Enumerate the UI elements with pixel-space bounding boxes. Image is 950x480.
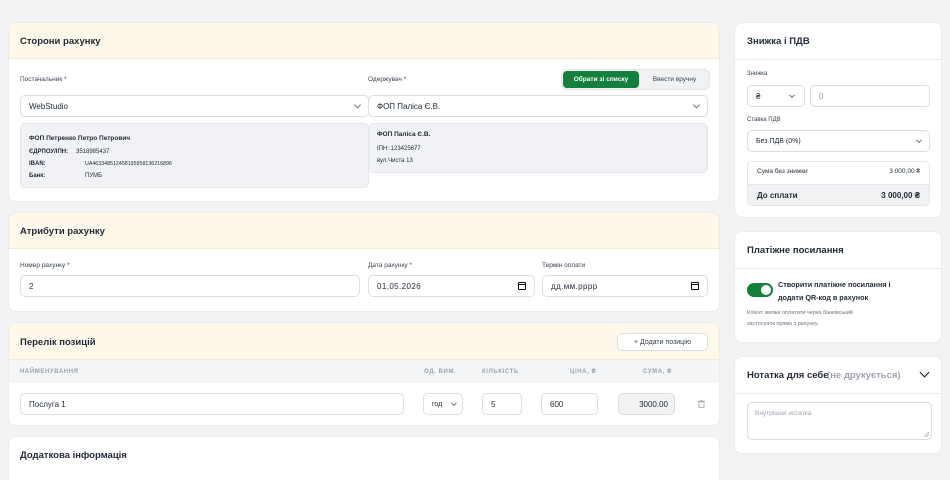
total-label: До сплати — [757, 191, 798, 200]
add-item-button[interactable]: + Додати позицію — [617, 333, 708, 351]
discount-input[interactable]: 0 — [810, 85, 930, 107]
note-textarea[interactable]: Внутрішня нотатка — [747, 402, 932, 440]
note-card: Нотатка для себе (не друкується) Внутріш… — [734, 356, 942, 454]
enter-manually-button[interactable]: Ввести вручну — [641, 71, 708, 88]
supplier-bank-label: Банк: — [29, 173, 46, 179]
divider — [735, 59, 941, 60]
payment-toggle-label-line1: Створити платіжне посилання і — [778, 280, 891, 289]
attributes-card: Атрибути рахунку Номер рахунку * 2 Дата … — [8, 212, 720, 312]
calendar-icon[interactable] — [518, 282, 526, 290]
col-qty-header: КІЛЬКІСТЬ — [482, 369, 519, 375]
divider — [735, 393, 941, 394]
invoice-number-input[interactable]: 2 — [20, 275, 360, 297]
trash-icon[interactable] — [698, 400, 705, 408]
item-sum-value: 3000.00 — [639, 399, 668, 409]
discount-value: 0 — [819, 91, 824, 101]
subtotal-value: 3 000,00 ₴ — [889, 168, 920, 175]
supplier-iban-label: IBAN: — [29, 161, 46, 167]
item-sum-readonly: 3000.00 — [618, 393, 675, 415]
total-value: 3 000,00 ₴ — [881, 191, 920, 200]
items-card: Перелік позицій + Додати позицію НАЙМЕНУ… — [8, 322, 720, 426]
recipient-info-box: ФОП Паліса Є.В. ІПН: 123425677 вул.Чиста… — [368, 123, 708, 173]
payment-link-title: Платіжне посилання — [747, 245, 844, 256]
supplier-tax-label: ЄДРПОУ/ІПН: — [29, 149, 69, 155]
supplier-label: Постачальник * — [20, 76, 67, 83]
parties-title: Сторони рахунку — [20, 36, 101, 47]
invoice-number-label: Номер рахунку * — [20, 262, 70, 269]
currency-value: ₴ — [756, 91, 761, 101]
col-sum-header: СУМА, ₴ — [643, 369, 672, 375]
recipient-info-name: ФОП Паліса Є.В. — [377, 131, 431, 138]
items-title: Перелік позицій — [20, 337, 96, 348]
invoice-date-value: 01.05.2026 — [377, 281, 422, 291]
payment-link-card: Платіжне посилання Створити платіжне пос… — [734, 231, 942, 343]
item-price-value: 600 — [550, 399, 564, 409]
recipient-label: Одержувач * — [368, 76, 407, 83]
supplier-value: WebStudio — [29, 101, 68, 111]
due-date-input[interactable]: дд.мм.рррр — [542, 275, 708, 297]
parties-card: Сторони рахунку Постачальник * WebStudio… — [8, 22, 720, 202]
note-title: Нотатка для себе — [747, 370, 829, 381]
recipient-value: ФОП Паліса Є.В. — [377, 101, 441, 111]
discount-vat-card: Знижка і ПДВ Знижка ₴ 0 Ставка ПДВ Без П… — [734, 22, 942, 218]
attributes-header — [9, 213, 719, 249]
items-table-header — [9, 360, 719, 383]
subtotal-label: Сума без знижки — [757, 168, 808, 175]
note-placeholder: Внутрішня нотатка — [755, 410, 812, 417]
supplier-info-name: ФОП Петренко Петро Петрович — [29, 135, 131, 142]
supplier-tax-value: 3518985437 — [76, 149, 110, 155]
payment-link-toggle[interactable] — [747, 283, 773, 297]
item-price-input[interactable]: 600 — [541, 393, 598, 415]
calendar-icon[interactable] — [691, 282, 699, 290]
col-unit-header: ОД. ВИМ. — [424, 369, 457, 375]
col-name-header: НАЙМЕНУВАННЯ — [20, 369, 79, 375]
vat-label: Ставка ПДВ — [747, 117, 781, 123]
items-header — [9, 323, 719, 360]
item-qty-input[interactable]: 5 — [482, 393, 522, 415]
additional-info-card: Додаткова інформація — [8, 436, 720, 480]
note-header[interactable]: Нотатка для себе (не друкується) — [735, 357, 941, 393]
payment-hint-line1: Клієнт зможе оплатити через банківський — [747, 310, 853, 316]
resize-handle-icon[interactable] — [924, 432, 929, 437]
currency-select[interactable]: ₴ — [747, 85, 805, 107]
invoice-number-value: 2 — [29, 281, 34, 291]
supplier-select[interactable]: WebStudio — [20, 95, 369, 117]
item-name-value: Послуга 1 — [29, 399, 66, 409]
invoice-date-label: Дата рахунку * — [368, 262, 413, 269]
due-date-placeholder: дд.мм.рррр — [551, 281, 598, 291]
item-qty-value: 5 — [491, 399, 496, 409]
recipient-info-ipn: ІПН: 123425677 — [377, 146, 421, 152]
totals-box: Сума без знижки 3 000,00 ₴ До сплати 3 0… — [747, 161, 930, 206]
supplier-bank-value: ПУМБ — [85, 173, 103, 179]
divider — [735, 268, 941, 269]
payment-hint-line2: застосунок прямо з рахунку. — [747, 321, 819, 327]
payment-toggle-label-line2: додати QR-код в рахунок — [778, 293, 869, 302]
recipient-select[interactable]: ФОП Паліса Є.В. — [368, 95, 708, 117]
discount-vat-title: Знижка і ПДВ — [747, 36, 810, 47]
item-unit-select[interactable]: год — [423, 393, 463, 415]
supplier-iban-value: UA463348512458195958136216896 — [85, 161, 172, 167]
additional-info-title: Додаткова інформація — [20, 450, 127, 461]
due-date-label: Термін оплати — [542, 262, 586, 269]
parties-header — [9, 23, 719, 59]
supplier-info-box: ФОП Петренко Петро Петрович ЄДРПОУ/ІПН: … — [20, 123, 369, 188]
item-name-input[interactable]: Послуга 1 — [20, 393, 404, 415]
chevron-down-icon[interactable] — [919, 367, 930, 378]
col-price-header: ЦІНА, ₴ — [570, 369, 597, 375]
recipient-info-address: вул.Чиста 13 — [377, 158, 413, 164]
vat-value: Без ПДВ (0%) — [756, 137, 801, 145]
choose-from-list-button[interactable]: Обрати зі списку — [563, 71, 639, 88]
discount-label: Знижка — [747, 71, 768, 77]
attributes-title: Атрибути рахунку — [20, 226, 105, 237]
item-unit-value: год — [432, 400, 443, 408]
vat-select[interactable]: Без ПДВ (0%) — [747, 130, 930, 152]
note-title-suffix: (не друкується) — [827, 370, 901, 381]
invoice-date-input[interactable]: 01.05.2026 — [368, 275, 535, 297]
